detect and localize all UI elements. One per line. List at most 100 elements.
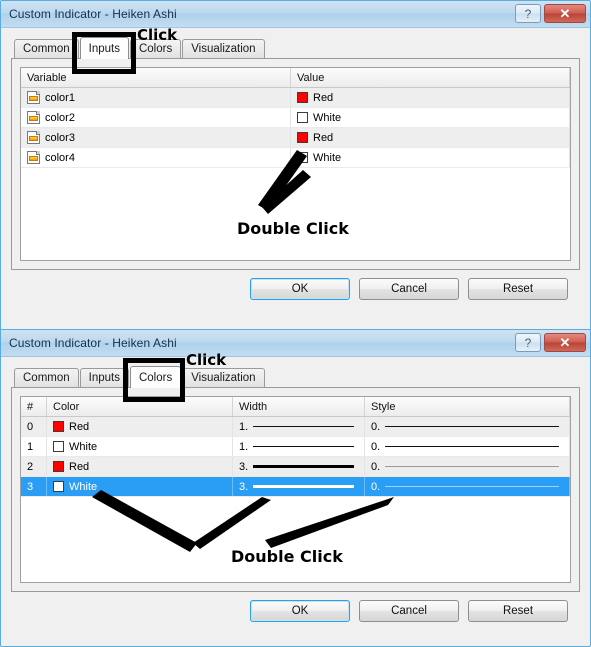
document-variable-icon xyxy=(27,131,40,144)
index-cell: 1 xyxy=(21,437,47,456)
variable-cell[interactable]: color2 xyxy=(21,108,291,127)
color-swatch xyxy=(53,421,64,432)
variable-label: color2 xyxy=(45,111,75,124)
variable-label: color4 xyxy=(45,151,75,164)
width-line-preview xyxy=(253,446,354,447)
tab-visualization[interactable]: Visualization xyxy=(182,368,265,387)
width-value: 3. xyxy=(239,460,249,473)
style-line-preview xyxy=(385,426,559,427)
dialog1-window-controls: ? ✕ xyxy=(515,4,586,23)
style-value: 0. xyxy=(371,420,381,433)
color-label: White xyxy=(69,440,98,453)
width-value: 1. xyxy=(239,420,249,433)
table-row[interactable]: 3 White 3. 0. xyxy=(21,477,570,497)
width-value: 3. xyxy=(239,480,249,493)
table-row[interactable]: color4 White xyxy=(21,148,570,168)
style-cell[interactable]: 0. xyxy=(365,477,570,496)
style-value: 0. xyxy=(371,460,381,473)
dialog1-titlebar[interactable]: Custom Indicator - Heiken Ashi ? ✕ xyxy=(1,1,590,28)
cancel-button[interactable]: Cancel xyxy=(359,278,459,300)
ok-button[interactable]: OK xyxy=(250,278,350,300)
width-value: 1. xyxy=(239,440,249,453)
tab-colors[interactable]: Colors xyxy=(129,366,182,388)
document-variable-icon xyxy=(27,151,40,164)
index-cell: 2 xyxy=(21,457,47,476)
tab-visualization[interactable]: Visualization xyxy=(182,39,265,58)
help-icon[interactable]: ? xyxy=(515,4,541,23)
tab-inputs[interactable]: Inputs xyxy=(79,37,129,59)
color-swatch xyxy=(297,132,308,143)
table-row[interactable]: color2 White xyxy=(21,108,570,128)
color-swatch xyxy=(297,112,308,123)
close-glyph: ✕ xyxy=(559,6,571,21)
variable-label: color1 xyxy=(45,91,75,104)
variable-cell[interactable]: color1 xyxy=(21,88,291,107)
tab-common[interactable]: Common xyxy=(14,368,79,387)
dialog2-button-bar: OK Cancel Reset xyxy=(11,592,580,630)
color-label: White xyxy=(69,480,98,493)
close-icon[interactable]: ✕ xyxy=(544,333,586,352)
width-cell[interactable]: 1. xyxy=(233,417,365,436)
column-header-variable[interactable]: Variable xyxy=(21,68,291,87)
dialog2-titlebar[interactable]: Custom Indicator - Heiken Ashi ? ✕ xyxy=(1,330,590,357)
help-icon[interactable]: ? xyxy=(515,333,541,352)
value-label: Red xyxy=(313,131,334,144)
column-header-style[interactable]: Style xyxy=(365,397,570,416)
width-cell[interactable]: 3. xyxy=(233,477,365,496)
dialog2-client-area: Common Inputs Colors Visualization # Col… xyxy=(1,357,590,630)
value-label: Red xyxy=(313,91,334,104)
annotation-double-click-label-1: Double Click xyxy=(237,219,349,238)
inputs-grid-header: Variable Value xyxy=(21,68,570,88)
style-cell[interactable]: 0. xyxy=(365,417,570,436)
reset-button[interactable]: Reset xyxy=(468,278,568,300)
ok-button[interactable]: OK xyxy=(250,600,350,622)
annotation-click-label-1: Click xyxy=(137,26,178,44)
style-line-preview xyxy=(385,486,559,487)
color-swatch xyxy=(53,461,64,472)
annotation-double-click-label-2: Double Click xyxy=(231,547,343,566)
width-line-preview xyxy=(253,485,354,488)
table-row[interactable]: 2 Red 3. 0. xyxy=(21,457,570,477)
value-cell[interactable]: Red xyxy=(291,88,570,107)
dialog1-client-area: Common Inputs Colors Visualization Varia… xyxy=(1,28,590,308)
column-header-width[interactable]: Width xyxy=(233,397,365,416)
width-cell[interactable]: 1. xyxy=(233,437,365,456)
variable-cell[interactable]: color4 xyxy=(21,148,291,167)
variable-cell[interactable]: color3 xyxy=(21,128,291,147)
cancel-button[interactable]: Cancel xyxy=(359,600,459,622)
close-icon[interactable]: ✕ xyxy=(544,4,586,23)
color-cell[interactable]: Red xyxy=(47,417,233,436)
table-row[interactable]: color3 Red xyxy=(21,128,570,148)
style-cell[interactable]: 0. xyxy=(365,437,570,456)
value-cell[interactable]: Red xyxy=(291,128,570,147)
index-cell: 0 xyxy=(21,417,47,436)
tab-inputs[interactable]: Inputs xyxy=(79,368,129,387)
style-line-preview xyxy=(385,466,559,467)
value-label: White xyxy=(313,151,342,164)
color-cell[interactable]: White xyxy=(47,477,233,496)
color-swatch xyxy=(53,441,64,452)
table-row[interactable]: color1 Red xyxy=(21,88,570,108)
column-header-index[interactable]: # xyxy=(21,397,47,416)
style-cell[interactable]: 0. xyxy=(365,457,570,476)
dialog2-tabstrip: Common Inputs Colors Visualization xyxy=(11,365,580,388)
value-cell[interactable]: White xyxy=(291,148,570,167)
width-cell[interactable]: 3. xyxy=(233,457,365,476)
table-row[interactable]: 0 Red 1. 0. xyxy=(21,417,570,437)
dialog1-title: Custom Indicator - Heiken Ashi xyxy=(9,7,177,21)
custom-indicator-inputs-dialog: Custom Indicator - Heiken Ashi ? ✕ Commo… xyxy=(0,0,591,334)
color-cell[interactable]: Red xyxy=(47,457,233,476)
document-variable-icon xyxy=(27,111,40,124)
style-value: 0. xyxy=(371,480,381,493)
document-variable-icon xyxy=(27,91,40,104)
reset-button[interactable]: Reset xyxy=(468,600,568,622)
column-header-value[interactable]: Value xyxy=(291,68,570,87)
column-header-color[interactable]: Color xyxy=(47,397,233,416)
style-line-preview xyxy=(385,446,559,447)
color-swatch xyxy=(297,92,308,103)
color-cell[interactable]: White xyxy=(47,437,233,456)
tab-common[interactable]: Common xyxy=(14,39,79,58)
value-cell[interactable]: White xyxy=(291,108,570,127)
table-row[interactable]: 1 White 1. 0. xyxy=(21,437,570,457)
annotation-click-label-2: Click xyxy=(186,351,227,369)
